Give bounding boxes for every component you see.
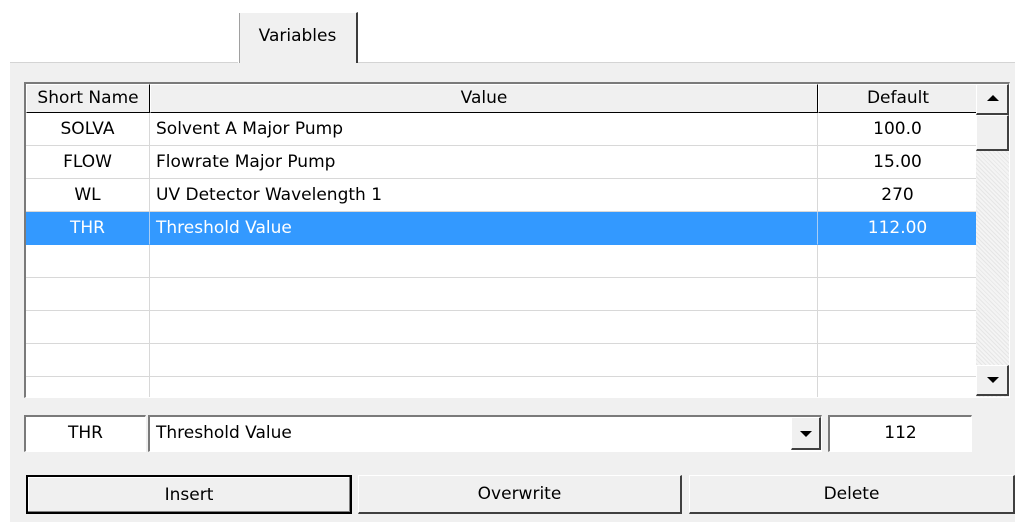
delete-button[interactable]: Delete xyxy=(689,475,1015,514)
table-row[interactable] xyxy=(26,344,978,377)
cell-value[interactable]: Flowrate Major Pump xyxy=(150,146,818,179)
cell-default[interactable]: 270 xyxy=(818,179,978,212)
table-row[interactable] xyxy=(26,245,978,278)
cell-value[interactable]: UV Detector Wavelength 1 xyxy=(150,179,818,212)
cell-value[interactable] xyxy=(150,344,818,377)
cell-default[interactable] xyxy=(818,278,978,311)
column-header-short-name[interactable]: Short Name xyxy=(26,84,150,113)
cell-short-name[interactable] xyxy=(26,278,150,311)
tab-variables[interactable]: Variables xyxy=(238,12,358,63)
scroll-down-button[interactable] xyxy=(976,365,1009,396)
default-field[interactable]: 112 xyxy=(828,415,972,452)
cell-value[interactable]: Solvent A Major Pump xyxy=(150,113,818,146)
table-row[interactable] xyxy=(26,278,978,311)
value-combobox[interactable]: Threshold Value xyxy=(148,415,822,452)
cell-short-name[interactable] xyxy=(26,344,150,377)
grid-vertical-scrollbar[interactable] xyxy=(976,84,1009,397)
table-row[interactable] xyxy=(26,311,978,344)
short-name-field[interactable]: THR xyxy=(24,415,146,452)
cell-default[interactable] xyxy=(818,377,978,397)
table-row[interactable]: WL UV Detector Wavelength 1 270 xyxy=(26,179,978,212)
table-row[interactable]: SOLVA Solvent A Major Pump 100.0 xyxy=(26,113,978,146)
cell-default[interactable] xyxy=(818,245,978,278)
tab-variables-label: Variables xyxy=(258,26,337,46)
insert-button[interactable]: Insert xyxy=(26,475,352,514)
table-row[interactable] xyxy=(26,377,978,397)
cell-short-name[interactable]: SOLVA xyxy=(26,113,150,146)
cell-short-name[interactable] xyxy=(26,377,150,397)
cell-value[interactable] xyxy=(150,377,818,397)
arrow-up-icon xyxy=(987,95,999,101)
cell-default[interactable]: 112.00 xyxy=(818,212,978,245)
cell-default[interactable]: 15.00 xyxy=(818,146,978,179)
chevron-down-icon xyxy=(800,431,812,437)
cell-short-name[interactable]: THR xyxy=(26,212,150,245)
table-row[interactable]: THR Threshold Value 112.00 xyxy=(26,212,978,245)
cell-short-name[interactable]: FLOW xyxy=(26,146,150,179)
column-header-default[interactable]: Default xyxy=(818,84,978,113)
scroll-up-button[interactable] xyxy=(976,84,1009,115)
column-header-value[interactable]: Value xyxy=(150,84,818,113)
cell-default[interactable] xyxy=(818,311,978,344)
cell-default[interactable]: 100.0 xyxy=(818,113,978,146)
cell-value[interactable] xyxy=(150,245,818,278)
cell-short-name[interactable]: WL xyxy=(26,179,150,212)
table-row[interactable]: FLOW Flowrate Major Pump 15.00 xyxy=(26,146,978,179)
cell-value[interactable] xyxy=(150,311,818,344)
value-combobox-text: Threshold Value xyxy=(156,423,292,443)
cell-value[interactable]: Threshold Value xyxy=(150,212,818,245)
tabstrip-divider xyxy=(10,62,1015,63)
cell-value[interactable] xyxy=(150,278,818,311)
cell-default[interactable] xyxy=(818,344,978,377)
arrow-down-icon xyxy=(987,377,999,383)
cell-short-name[interactable] xyxy=(26,311,150,344)
value-dropdown-button[interactable] xyxy=(791,417,821,450)
variables-grid[interactable]: Short Name Value Default SOLVA Solvent A … xyxy=(24,82,1010,398)
overwrite-button[interactable]: Overwrite xyxy=(358,475,682,514)
cell-short-name[interactable] xyxy=(26,245,150,278)
scroll-thumb[interactable] xyxy=(976,115,1009,151)
grid-body: Short Name Value Default SOLVA Solvent A … xyxy=(26,84,978,397)
